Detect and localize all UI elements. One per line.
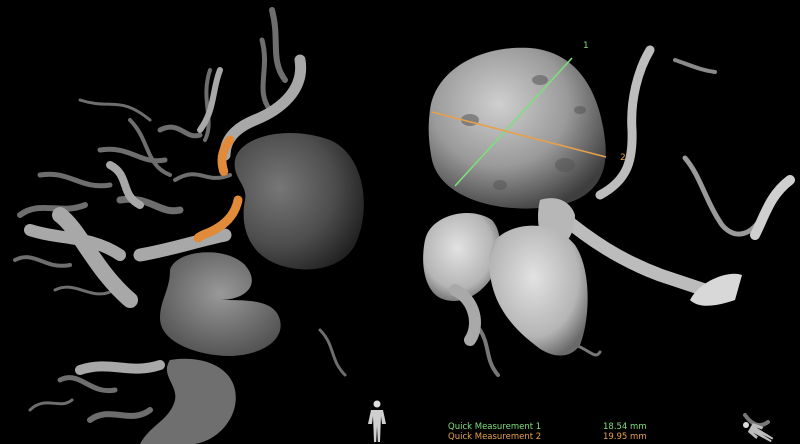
- measurement-2-label: Quick Measurement 2: [448, 432, 542, 442]
- right-lower-lobe-right: [489, 225, 588, 356]
- left-aneurysm-sac: [234, 132, 364, 270]
- measurement-1-label: Quick Measurement 1: [448, 422, 542, 432]
- measurement-2-value: 19.95 mm: [603, 432, 647, 442]
- 3d-angiography-viewport[interactable]: 1 2: [0, 0, 800, 444]
- right-vessel-tree: 1 2: [423, 41, 795, 428]
- human-figure-rotated-icon[interactable]: [740, 417, 776, 444]
- left-vessel-tree: [13, 7, 364, 444]
- measurement-line-1-number: 1: [583, 41, 589, 51]
- right-aneurysm-dome: [428, 47, 606, 209]
- human-figure-icon[interactable]: [368, 400, 386, 443]
- measurement-line-2-number: 2: [620, 153, 626, 163]
- left-vessel-loop-upper: [160, 252, 281, 356]
- measurement-1-value: 18.54 mm: [603, 422, 647, 432]
